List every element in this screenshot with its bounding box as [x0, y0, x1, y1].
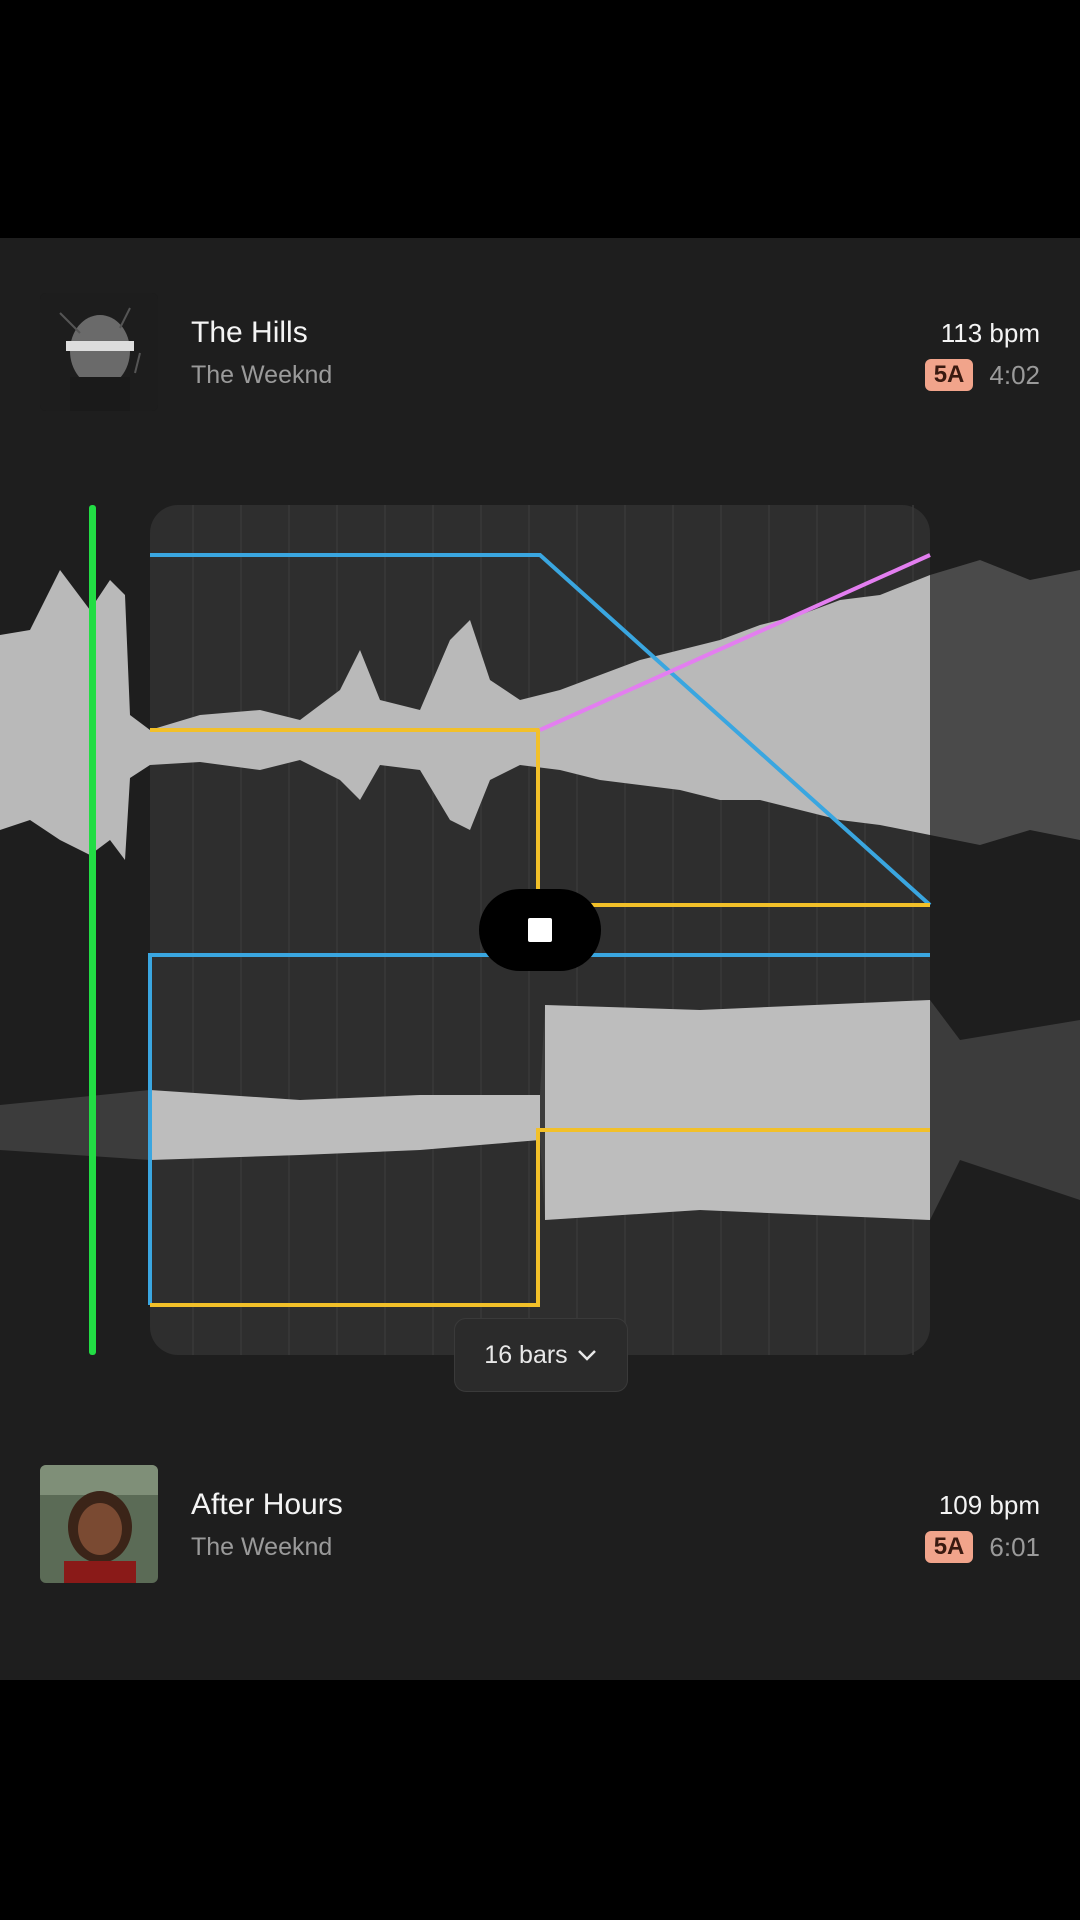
transition-length-dropdown[interactable]: 16 bars: [454, 1318, 628, 1392]
track-meta: 5A 6:01: [924, 1531, 1040, 1563]
track-bpm: 109 bpm: [938, 1490, 1040, 1520]
track-top[interactable]: The Hills The Weeknd 113 bpm 5A 4:02: [0, 293, 1080, 413]
track-title: After Hours: [191, 1488, 343, 1521]
album-art-top: [40, 293, 158, 411]
track-duration: 4:02: [989, 359, 1040, 390]
stop-icon: [528, 918, 552, 942]
album-art-bottom: [40, 1465, 158, 1583]
track-artist: The Weeknd: [191, 1533, 333, 1561]
track-artist: The Weeknd: [191, 361, 333, 389]
track-duration: 6:01: [989, 1531, 1040, 1562]
chevron-down-icon: [577, 1350, 596, 1361]
key-badge: 5A: [924, 359, 974, 391]
track-bpm: 113 bpm: [940, 318, 1040, 348]
track-meta: 5A 4:02: [924, 359, 1040, 391]
track-title: The Hills: [191, 316, 308, 349]
transition-length-label: 16 bars: [484, 1340, 568, 1369]
stop-button[interactable]: [479, 889, 601, 971]
playhead: [89, 505, 96, 1355]
track-bottom[interactable]: After Hours The Weeknd 109 bpm 5A 6:01: [0, 1465, 1080, 1585]
key-badge: 5A: [924, 1531, 974, 1563]
